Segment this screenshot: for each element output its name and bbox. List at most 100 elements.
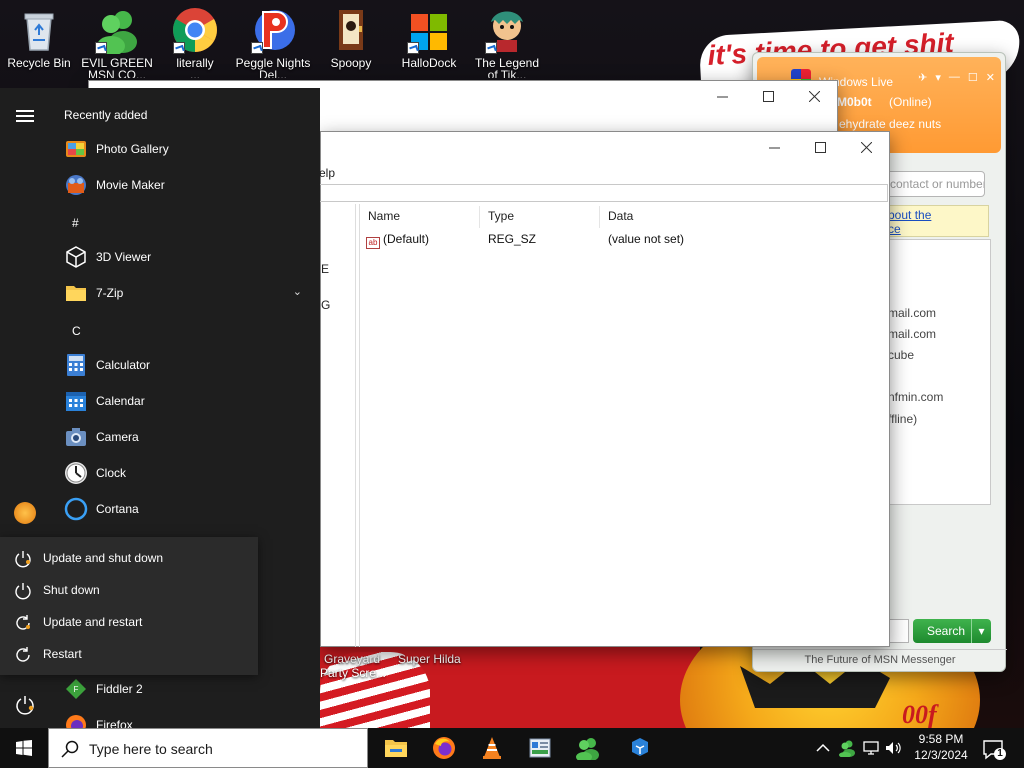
tree-item[interactable]: E: [321, 262, 329, 276]
column-header-name[interactable]: Name: [360, 206, 480, 228]
maximize-button[interactable]: [797, 132, 843, 162]
desktop-icon-hallodock[interactable]: HalloDock: [390, 4, 468, 70]
taskbar-search-box[interactable]: Type here to search: [48, 728, 368, 768]
app-fiddler-2[interactable]: F Fiddler 2: [60, 671, 316, 707]
notification-center-button[interactable]: 1: [982, 738, 1006, 760]
messenger-ad-banner[interactable]: bout the ce: [885, 205, 989, 237]
volume-icon[interactable]: [884, 739, 902, 757]
taskbar: Type here to search 9:58 PM 12/3/2024 1: [0, 728, 1024, 768]
chevron-down-icon[interactable]: ⌄: [293, 285, 302, 298]
window-controls: [751, 132, 889, 162]
messenger-maximize-button[interactable]: ☐: [968, 71, 978, 84]
messenger-ad-link[interactable]: bout the: [888, 208, 931, 222]
messenger-search-label: Search: [927, 624, 966, 638]
app-calculator[interactable]: Calculator: [60, 347, 316, 383]
tree-pane[interactable]: E G: [321, 204, 356, 647]
app-label: Fiddler 2: [96, 682, 143, 696]
contact-item[interactable]: cube: [888, 348, 914, 362]
restart-icon: [16, 647, 30, 662]
messenger-search-button[interactable]: Search ▾: [913, 619, 991, 643]
messenger-search-input[interactable]: contact or number: [885, 171, 985, 197]
messenger-close-button[interactable]: ✕: [986, 71, 995, 84]
messenger-status[interactable]: (Online): [889, 95, 932, 109]
taskbar-registry-editor[interactable]: [516, 728, 564, 768]
messenger-contact-list[interactable]: mail.com mail.com cube nfmin.com ffline): [885, 239, 991, 505]
messenger-personal-message[interactable]: ehydrate deez nuts: [839, 117, 941, 131]
update-power-icon: [15, 551, 31, 568]
msn-buddies-icon: [576, 738, 599, 760]
minimize-button[interactable]: [699, 81, 745, 111]
desktop-icon-label: literally: [176, 56, 214, 70]
power-icon[interactable]: [14, 694, 36, 716]
desktop-icon-label: Recycle Bin: [7, 56, 71, 70]
group-letter-hash[interactable]: #: [72, 216, 79, 230]
hamburger-menu-icon[interactable]: [16, 110, 34, 122]
recycle-bin-icon: [15, 6, 63, 54]
minimize-button[interactable]: [751, 132, 797, 162]
desktop-icon-evil-green-msn[interactable]: EVIL GREEN MSN CO...: [78, 4, 156, 78]
messenger-username[interactable]: M0b0t: [837, 95, 872, 109]
messenger-minimize-button[interactable]: —: [949, 71, 960, 84]
taskbar-app-blue[interactable]: [616, 728, 664, 768]
network-icon[interactable]: [862, 739, 880, 757]
app-camera[interactable]: Camera: [60, 419, 316, 455]
menu-help[interactable]: elp: [319, 166, 335, 180]
app-clock[interactable]: Clock: [60, 455, 316, 491]
app-3d-viewer[interactable]: 3D Viewer: [60, 239, 316, 275]
desktop-icon-label2: ...: [189, 70, 200, 78]
registry-value-row[interactable]: ab (Default) REG_SZ (value not set): [360, 230, 890, 250]
contact-item[interactable]: mail.com: [888, 327, 936, 341]
app-cortana[interactable]: Cortana: [60, 491, 316, 527]
values-list-pane[interactable]: Name Type Data ab (Default) REG_SZ (value…: [359, 204, 890, 647]
taskbar-file-explorer[interactable]: [372, 728, 420, 768]
tree-item[interactable]: G: [321, 298, 330, 312]
desktop-icon-super-hilda[interactable]: Super Hilda: [398, 652, 468, 666]
app-calendar[interactable]: Calendar: [60, 383, 316, 419]
vlc-icon: [483, 737, 501, 759]
taskbar-clock[interactable]: 9:58 PM 12/3/2024: [906, 731, 976, 763]
group-letter-c[interactable]: C: [72, 324, 81, 338]
contact-item[interactable]: nfmin.com: [888, 390, 943, 404]
window-controls: [699, 81, 837, 111]
desktop-icon-graveyard[interactable]: Graveyard Party Scre...: [318, 652, 388, 680]
desktop-icon-legend-of-tik[interactable]: The Legend of Tik...: [468, 4, 546, 78]
shut-down-option[interactable]: Shut down: [0, 574, 258, 606]
desktop-icon-label: Spoopy: [330, 56, 372, 70]
msn-buddies-icon: [93, 6, 141, 56]
chevron-down-icon[interactable]: ▾: [971, 619, 991, 643]
user-avatar[interactable]: [14, 502, 36, 524]
spoopy-icon: [327, 6, 375, 54]
desktop-icon-literally[interactable]: literally ...: [156, 4, 234, 78]
app-firefox[interactable]: Firefox: [60, 707, 316, 728]
power-option-label: Shut down: [43, 583, 100, 597]
chevron-up-icon[interactable]: [814, 739, 832, 757]
messenger-pin-icon[interactable]: ✈: [918, 71, 927, 84]
messenger-menu-icon[interactable]: ▾: [935, 71, 941, 84]
close-button[interactable]: [791, 81, 837, 111]
taskbar-vlc[interactable]: [468, 728, 516, 768]
messenger-tray-icon[interactable]: [838, 739, 856, 757]
taskbar-firefox[interactable]: [420, 728, 468, 768]
column-header-type[interactable]: Type: [480, 206, 600, 228]
desktop-icon-recycle-bin[interactable]: Recycle Bin: [0, 4, 78, 70]
column-header-data[interactable]: Data: [600, 206, 890, 228]
close-button[interactable]: [843, 132, 889, 162]
desktop-icon-spoopy[interactable]: Spoopy: [312, 4, 390, 70]
app-7-zip[interactable]: 7-Zip ⌄: [60, 275, 316, 311]
contact-item[interactable]: mail.com: [888, 306, 936, 320]
start-button[interactable]: [0, 728, 48, 768]
app-photo-gallery[interactable]: Photo Gallery: [60, 131, 316, 167]
update-and-shut-down-option[interactable]: Update and shut down: [0, 542, 258, 574]
power-icon: [15, 583, 31, 600]
app-movie-maker[interactable]: Movie Maker: [60, 167, 316, 203]
registry-value-type: REG_SZ: [488, 232, 537, 246]
contact-group-offline[interactable]: ffline): [888, 412, 917, 426]
update-and-restart-option[interactable]: Update and restart: [0, 606, 258, 638]
taskbar-messenger[interactable]: [564, 728, 612, 768]
app-label: Cortana: [96, 502, 139, 516]
restart-option[interactable]: Restart: [0, 638, 258, 670]
address-bar[interactable]: [319, 184, 888, 202]
maximize-button[interactable]: [745, 81, 791, 111]
game-character-icon: [483, 6, 531, 54]
desktop-icon-peggle-nights[interactable]: Peggle Nights Del...: [234, 4, 312, 78]
